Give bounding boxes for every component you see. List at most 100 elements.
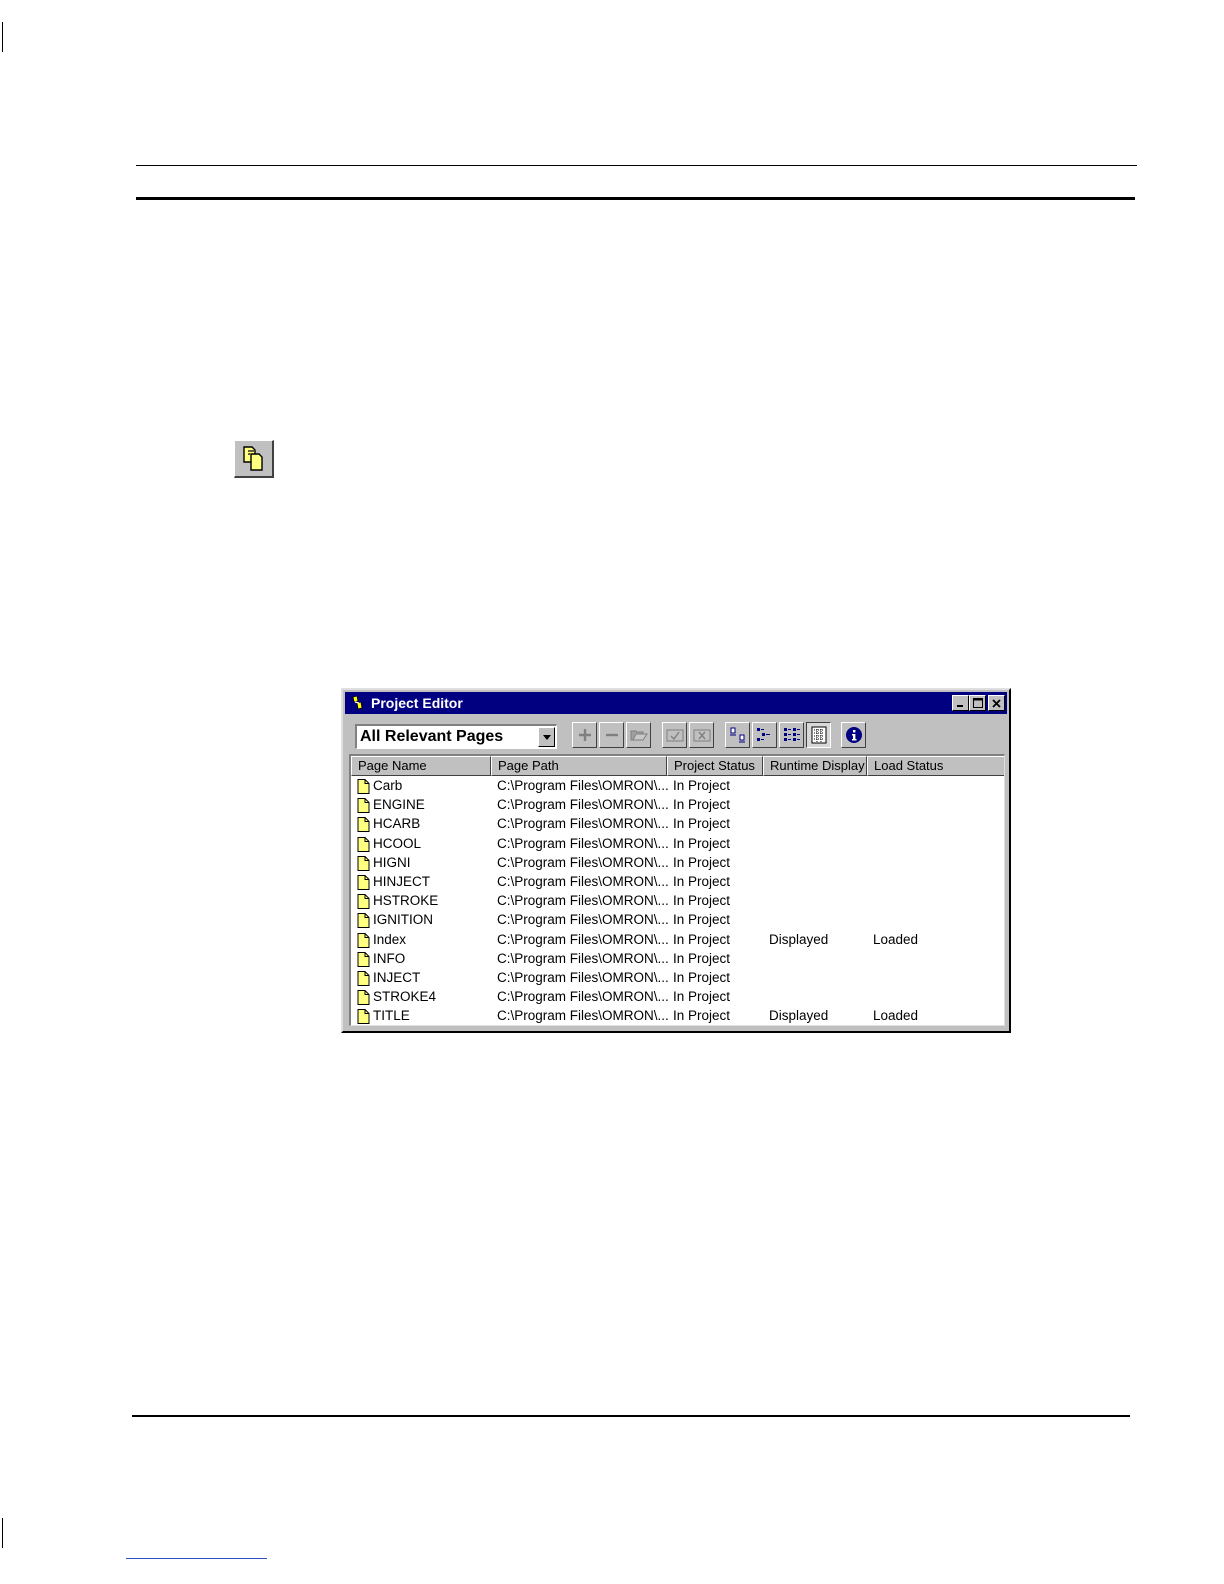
column-header-load-status[interactable]: Load Status xyxy=(867,756,1004,776)
project-status-cell: In Project xyxy=(673,816,731,832)
runtime-display-cell: Displayed xyxy=(769,1008,829,1024)
maximize-icon xyxy=(972,698,983,708)
info-button[interactable] xyxy=(841,722,866,748)
page-name-cell: INFO xyxy=(373,950,406,966)
page-path-cell: C:\Program Files\OMRON\... xyxy=(497,893,669,909)
column-header-runtime-display[interactable]: Runtime Display xyxy=(763,756,867,776)
add-page-button[interactable] xyxy=(572,722,597,748)
cross-icon xyxy=(693,729,710,742)
minimize-icon xyxy=(957,704,963,707)
page-name-cell: Carb xyxy=(373,778,403,793)
page-path-cell: C:\Program Files\OMRON\... xyxy=(497,931,669,947)
page-path-cell: C:\Program Files\OMRON\... xyxy=(497,873,669,889)
list-item[interactable]: IGNITION C:\Program Files\OMRON\... In Pro… xyxy=(351,911,1004,930)
page-document-icon xyxy=(357,798,370,814)
open-page-button[interactable] xyxy=(626,722,651,748)
list-item[interactable]: INJECT C:\Program Files\OMRON\... In Proje… xyxy=(351,969,1004,988)
list-item[interactable]: STROKE4 C:\Program Files\OMRON\... In Proj… xyxy=(351,988,1004,1007)
list-item[interactable]: ENGINE C:\Program Files\OMRON\... In Proje… xyxy=(351,796,1004,815)
list-view-icon xyxy=(783,728,800,741)
page-name-cell: HINJECT xyxy=(373,873,430,889)
close-icon xyxy=(992,698,1001,708)
project-status-cell: In Project xyxy=(673,854,731,870)
page-name-cell: IGNITION xyxy=(373,912,433,928)
exclude-page-button[interactable] xyxy=(689,722,714,748)
page-path-cell: C:\Program Files\OMRON\... xyxy=(497,989,669,1005)
window-title: Project Editor xyxy=(371,695,463,711)
details-view-button[interactable] xyxy=(806,722,831,748)
page-path-cell: C:\Program Files\OMRON\... xyxy=(497,1008,669,1024)
page-name-cell: INJECT xyxy=(373,969,421,985)
list-item[interactable]: HCARB C:\Program Files\OMRON\... In Projec… xyxy=(351,815,1004,834)
page-document-icon xyxy=(357,894,370,910)
list-item[interactable]: HCOOL C:\Program Files\OMRON\... In Projec… xyxy=(351,835,1004,854)
project-status-cell: In Project xyxy=(673,931,731,947)
column-header-page-path[interactable]: Page Path xyxy=(491,756,667,776)
list-view-button[interactable] xyxy=(779,722,804,748)
page-path-cell: C:\Program Files\OMRON\... xyxy=(497,950,669,966)
page-name-cell: HCOOL xyxy=(373,835,422,851)
info-icon xyxy=(845,727,862,743)
project-status-cell: In Project xyxy=(673,873,731,889)
title-bar[interactable]: Project Editor xyxy=(345,692,1007,714)
list-item[interactable]: INFO C:\Program Files\OMRON\... In Project xyxy=(351,950,1004,969)
project-editor-toolbar-button[interactable] xyxy=(234,440,274,478)
page-name-cell: ENGINE xyxy=(373,797,425,813)
page-document-icon xyxy=(357,855,370,871)
small-icons-view-button[interactable] xyxy=(752,722,777,748)
project-status-cell: In Project xyxy=(673,1008,731,1024)
page-name-cell: HIGNI xyxy=(373,854,411,870)
close-button[interactable] xyxy=(988,695,1005,711)
minimize-button[interactable] xyxy=(952,695,969,711)
margin-mark-bottom xyxy=(2,1518,3,1548)
project-status-cell: In Project xyxy=(673,778,731,793)
page-document-icon xyxy=(357,932,370,948)
remove-page-button[interactable] xyxy=(599,722,624,748)
list-item[interactable]: TITLE C:\Program Files\OMRON\... In Projec… xyxy=(351,1007,1004,1025)
include-page-button[interactable] xyxy=(662,722,687,748)
list-item[interactable]: Index C:\Program Files\OMRON\... In Projec… xyxy=(351,931,1004,950)
page-filter-value: All Relevant Pages xyxy=(360,728,504,745)
runtime-display-cell: Displayed xyxy=(769,931,829,947)
page-document-icon xyxy=(357,836,370,852)
header-rule-thin xyxy=(136,165,1137,166)
add-icon xyxy=(578,729,591,741)
page-name-cell: HCARB xyxy=(373,816,421,832)
page-name-cell: Index xyxy=(373,931,407,947)
maximize-button[interactable] xyxy=(969,695,986,711)
page-filter-select[interactable]: All Relevant Pages xyxy=(355,724,557,749)
pages-list[interactable]: Page Name Page Path Project Status Runti… xyxy=(349,754,1005,1026)
project-status-cell: In Project xyxy=(673,912,731,928)
footer-rule xyxy=(132,1415,1130,1417)
project-status-cell: In Project xyxy=(673,969,731,985)
page-document-icon xyxy=(357,779,370,794)
project-status-cell: In Project xyxy=(673,835,731,851)
list-item[interactable]: HINJECT C:\Program Files\OMRON\... In Proj… xyxy=(351,873,1004,892)
large-icons-view-button[interactable] xyxy=(725,722,750,748)
load-status-cell: Loaded xyxy=(873,931,919,947)
small-icons-view-icon xyxy=(756,728,770,741)
list-item[interactable]: HIGNI C:\Program Files\OMRON\... In Projec… xyxy=(351,854,1004,873)
page-path-cell: C:\Program Files\OMRON\... xyxy=(497,854,669,870)
page-path-cell: C:\Program Files\OMRON\... xyxy=(497,912,669,928)
details-view-icon xyxy=(811,726,826,744)
list-item[interactable]: HSTROKE C:\Program Files\OMRON\... In Proj… xyxy=(351,892,1004,911)
project-status-cell: In Project xyxy=(673,989,731,1005)
page-document-icon xyxy=(357,913,370,929)
project-status-cell: In Project xyxy=(673,797,731,813)
list-header: Page Name Page Path Project Status Runti… xyxy=(351,756,1004,776)
large-icons-view-icon xyxy=(729,727,745,743)
list-rows: Carb C:\Program Files\OMRON\... In Project… xyxy=(351,777,1004,1025)
footer-link-underline xyxy=(126,1558,267,1559)
list-item[interactable]: Carb C:\Program Files\OMRON\... In Project xyxy=(351,777,1004,796)
project-status-cell: In Project xyxy=(673,950,731,966)
page-document-icon xyxy=(357,1009,370,1025)
load-status-cell: Loaded xyxy=(873,1008,919,1024)
pages-icon xyxy=(243,446,263,471)
column-header-project-status[interactable]: Project Status xyxy=(667,756,763,776)
chevron-down-icon[interactable] xyxy=(538,727,555,747)
page-document-icon xyxy=(357,951,370,967)
column-header-page-name[interactable]: Page Name xyxy=(351,756,491,776)
page-document-icon xyxy=(357,970,370,986)
page-document-icon xyxy=(357,874,370,890)
